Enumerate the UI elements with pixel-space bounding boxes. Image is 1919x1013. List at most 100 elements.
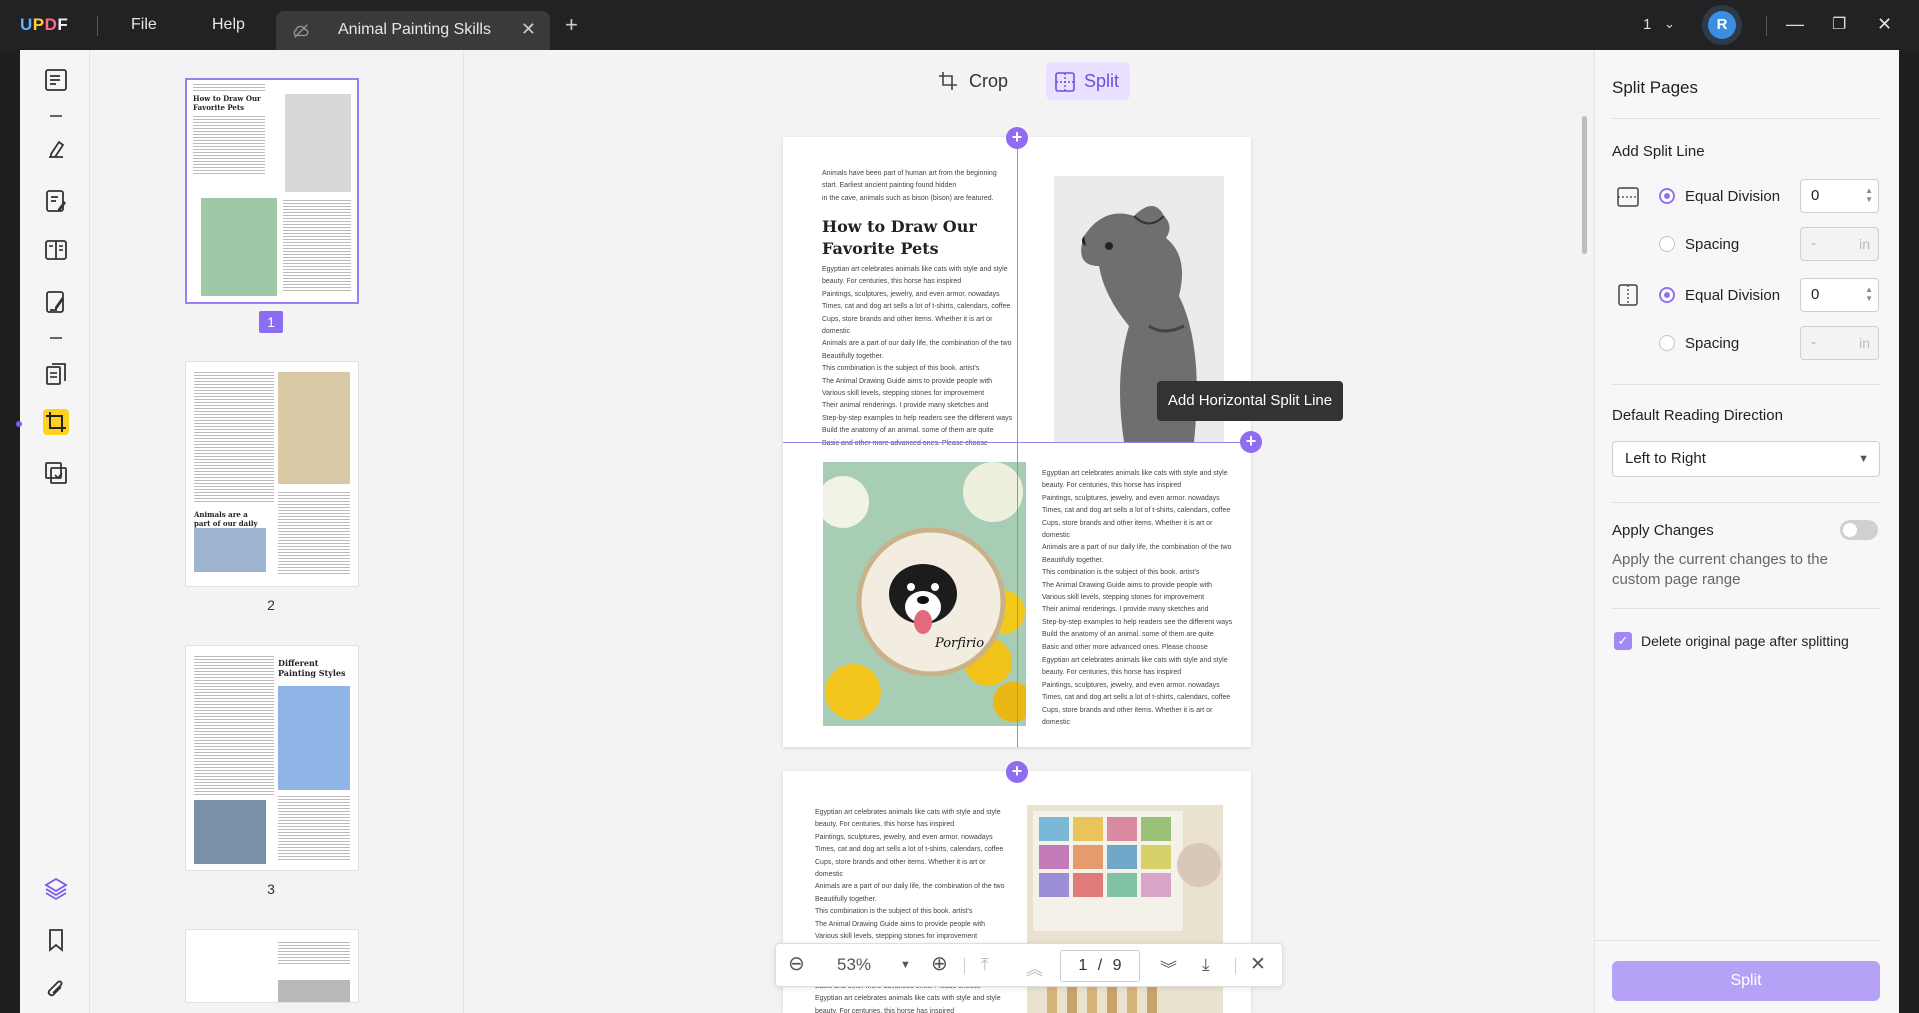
reader-icon[interactable] [43,67,69,93]
thumbnail-dog-photo [278,980,350,1002]
compress-icon[interactable] [43,460,69,486]
crop-button[interactable]: Crop [930,62,1040,100]
page-body-text: Egyptian art celebrates animals like cat… [1042,657,1231,727]
thumbnail-page-1[interactable]: How to Draw Our Favorite Pets [185,78,359,304]
previous-page-icon[interactable]: ︽ [1026,955,1043,980]
add-split-line-label: Add Split Line [1612,143,1705,160]
last-page-icon[interactable]: ⤓ [1202,955,1210,975]
crop-split-icon[interactable] [43,409,69,435]
horizontal-spacing-unit: in [1859,335,1870,351]
layers-icon[interactable] [43,876,69,902]
crop-label: Crop [969,71,1009,91]
edit-icon[interactable] [43,188,69,214]
thumbnail-text [194,656,274,796]
title-separator [1766,16,1767,36]
vertical-equal-division-radio[interactable] [1659,188,1675,204]
title-bar: UPDF File Help Animal Painting Skills ✕ … [0,0,1919,50]
organize-pages-icon[interactable] [43,361,69,387]
add-vertical-split-top-icon[interactable]: + [1006,127,1028,149]
zoom-level[interactable]: 53% [837,955,871,975]
horizontal-split-icon [1618,284,1638,306]
vertical-scrollbar[interactable] [1582,116,1587,254]
thumbnail-page-number: 1 [259,311,283,333]
minimize-icon[interactable]: — [1786,14,1804,35]
page-separator: / [1097,957,1103,974]
zoom-out-icon[interactable]: ⊖ [788,951,805,976]
delete-original-checkbox[interactable]: ✓ [1614,632,1632,650]
apply-changes-toggle[interactable] [1840,520,1878,540]
thumbnail-page-number: 3 [267,881,275,897]
horizontal-equal-division-input[interactable]: 0 ▲ ▼ [1800,278,1879,312]
updf-logo[interactable]: UPDF [20,15,68,35]
vertical-spacing-input[interactable]: - in [1800,227,1879,261]
avatar[interactable]: R [1708,11,1736,39]
page-navigation-bar: ⊖ 53% ▼ ⊕ ⤒ ︽ 1 / 9 ︾ ⤓ ✕ [775,943,1283,987]
attachment-icon[interactable] [43,977,69,1003]
vertical-equal-division-input[interactable]: 0 ▲ ▼ [1800,179,1879,213]
vertical-equal-division-label: Equal Division [1685,188,1781,205]
stepper-icon[interactable]: ▲ ▼ [1865,186,1873,204]
bookmark-icon[interactable] [43,927,69,953]
zoom-dropdown-icon[interactable]: ▼ [900,959,911,971]
thumbnail-embroidery-photo [201,198,277,296]
apply-changes-label: Apply Changes [1612,522,1714,539]
add-tab-icon[interactable]: + [565,14,578,36]
thumbnail-painting-photo [194,528,266,572]
add-horizontal-split-icon[interactable]: + [1240,431,1262,453]
vertical-split-icon [1617,187,1639,207]
horizontal-spacing-radio[interactable] [1659,335,1675,351]
thumbnail-paint-pots-photo [194,800,266,864]
thumbnail-text [193,84,265,92]
thumbnail-page-4[interactable] [185,929,359,1003]
page-number-input[interactable]: 1 / 9 [1060,950,1140,982]
page-intro-text: Animals have been part of human art from… [822,170,997,202]
form-icon[interactable] [43,237,69,263]
horizontal-equal-division-radio[interactable] [1659,287,1675,303]
sign-icon[interactable] [43,289,69,315]
nav-separator [1235,958,1236,974]
embroidery-photo: Porfirio [823,462,1026,726]
horizontal-spacing-input[interactable]: - in [1800,326,1879,360]
tool-divider [50,115,62,117]
cloud-off-icon [293,24,309,38]
close-nav-icon[interactable]: ✕ [1250,953,1266,976]
close-window-icon[interactable]: ✕ [1877,14,1892,35]
chevron-down-icon[interactable]: ⌄ [1664,16,1675,32]
thumbnail-dog-sketch [285,94,351,192]
reading-direction-select[interactable]: Left to Right ▼ [1612,441,1880,477]
comment-icon[interactable] [43,137,69,163]
horizontal-split-line[interactable] [783,442,1251,443]
reading-direction-label: Default Reading Direction [1612,407,1783,424]
split-button[interactable]: Split [1046,62,1130,100]
vertical-spacing-label: Spacing [1685,236,1740,253]
thumbnail-text [283,200,351,292]
split-icon [1055,72,1075,92]
menu-file[interactable]: File [131,16,157,34]
first-page-icon[interactable]: ⤒ [981,955,989,975]
thumbnail-brushes-photo [278,372,350,484]
total-pages: 9 [1112,957,1122,974]
add-vertical-split-next-icon[interactable]: + [1006,761,1028,783]
next-page-icon[interactable]: ︾ [1160,955,1177,980]
crop-icon [939,72,957,90]
split-submit-button[interactable]: Split [1612,961,1880,1001]
window-count[interactable]: 1 [1643,16,1651,33]
horizontal-spacing-value: - [1811,334,1816,351]
thumbnail-watercolor-photo [278,686,350,790]
close-tab-icon[interactable]: ✕ [521,19,536,40]
restore-icon[interactable]: ❐ [1832,14,1846,34]
vertical-spacing-radio[interactable] [1659,236,1675,252]
stepper-icon[interactable]: ▲ ▼ [1865,285,1873,303]
menu-help[interactable]: Help [212,16,245,34]
thumbnail-page-3[interactable]: Different Painting Styles [185,645,359,871]
title-separator [97,16,98,36]
panel-toggle-dot[interactable] [16,421,22,427]
panel-divider [1612,118,1880,119]
apply-changes-description: Apply the current changes to the custom … [1612,551,1828,588]
document-tab[interactable]: Animal Painting Skills ✕ [276,11,550,50]
thumbnail-page-2[interactable]: Animals are a part of our daily life [185,361,359,587]
embroidery-text: Porfirio [934,636,984,651]
thumbnail-text [278,942,350,966]
zoom-in-icon[interactable]: ⊕ [931,951,948,976]
page-body-text: Egyptian art celebrates animals like cat… [1042,470,1233,651]
